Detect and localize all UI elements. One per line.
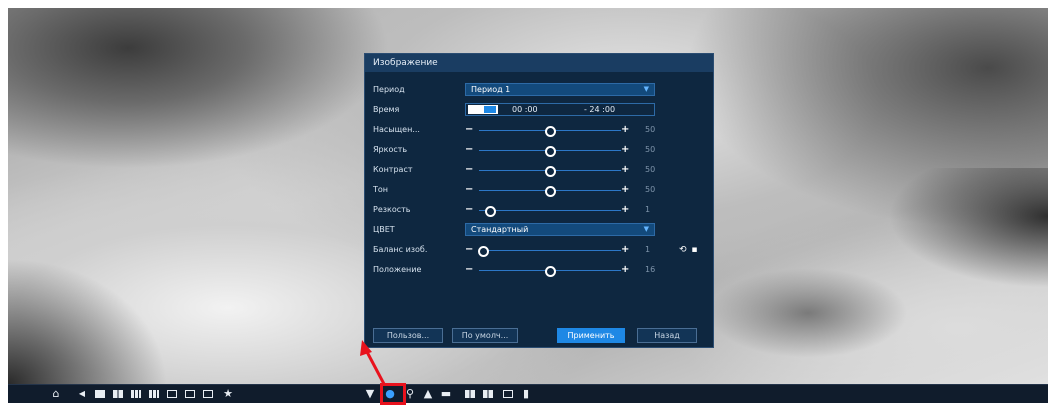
highlight-box	[380, 383, 406, 405]
sequence-icon[interactable]	[202, 387, 214, 400]
decrease-icon[interactable]: −	[465, 123, 473, 136]
apply-button[interactable]: Применить	[557, 328, 625, 343]
taskbar: ⌂ ◀ ★ ▼ ● ⚲ ▲ ▬ ▮	[8, 384, 1048, 403]
period-select[interactable]: Период 1 ▼	[465, 83, 655, 96]
decrease-icon[interactable]: −	[465, 243, 473, 256]
time-row: Время 00 :00 - 24 :00	[373, 103, 707, 117]
slider-knob[interactable]	[544, 166, 556, 177]
slider-knob[interactable]	[477, 246, 489, 257]
single-view-icon[interactable]	[94, 387, 106, 400]
background-shadow	[8, 258, 168, 384]
hue-label: Тон	[373, 185, 389, 194]
hdd-icon[interactable]	[464, 387, 476, 400]
alarm-warning-icon[interactable]: ▲	[422, 387, 434, 400]
refresh-icon[interactable]: ⟲	[679, 245, 687, 255]
position-label: Положение	[373, 265, 422, 274]
balance-label: Баланс изоб.	[373, 245, 428, 254]
sharpness-value: 1	[645, 205, 651, 214]
info-icon[interactable]	[482, 387, 494, 400]
back-arrow-icon[interactable]: ◀	[76, 387, 88, 400]
contrast-row: Контраст − + 50	[373, 163, 707, 177]
position-row: Положение − + 16	[373, 263, 707, 277]
saturation-row: Насыщен... − + 50	[373, 123, 707, 137]
increase-icon[interactable]: +	[621, 263, 629, 276]
favorite-star-icon[interactable]: ★	[222, 387, 234, 400]
position-value: 16	[645, 265, 656, 274]
increase-icon[interactable]: +	[621, 203, 629, 216]
decrease-icon[interactable]: −	[465, 263, 473, 276]
contrast-slider[interactable]: − +	[465, 163, 635, 177]
brightness-label: Яркость	[373, 145, 408, 154]
brightness-row: Яркость − + 50	[373, 143, 707, 157]
ptz-icon[interactable]: ▼	[364, 387, 376, 400]
custom-button[interactable]: Пользов...	[373, 328, 443, 343]
color-label: ЦВЕТ	[373, 225, 395, 234]
slider-knob[interactable]	[544, 126, 556, 137]
dialog-title: Изображение	[365, 54, 713, 72]
increase-icon[interactable]: +	[621, 243, 629, 256]
chevron-down-icon: ▼	[643, 225, 649, 233]
slider-track	[479, 210, 621, 211]
usb-icon[interactable]: ▮	[520, 387, 532, 400]
time-enable-toggle[interactable]	[468, 105, 498, 114]
view-custom-icon[interactable]	[184, 387, 196, 400]
period-row: Период Период 1 ▼	[373, 83, 707, 97]
sharpness-row: Резкость − + 1	[373, 203, 707, 217]
color-mode-select[interactable]: Стандартный ▼	[465, 223, 655, 236]
backup-icon[interactable]	[502, 387, 514, 400]
view-8-icon[interactable]	[130, 387, 142, 400]
slider-knob[interactable]	[544, 266, 556, 277]
time-start[interactable]: 00 :00	[512, 104, 538, 115]
chevron-down-icon: ▼	[643, 85, 649, 93]
quad-view-icon[interactable]	[112, 387, 124, 400]
brightness-slider[interactable]: − +	[465, 143, 635, 157]
balance-icons: ⟲ ▪	[677, 243, 698, 257]
slider-track	[479, 250, 621, 251]
time-range-field[interactable]: 00 :00 - 24 :00	[465, 103, 655, 116]
saturation-value: 50	[645, 125, 656, 134]
increase-icon[interactable]: +	[621, 143, 629, 156]
home-icon[interactable]: ⌂	[50, 387, 62, 400]
color-mode-value: Стандартный	[471, 225, 529, 234]
network-icon[interactable]: ▬	[440, 387, 452, 400]
brightness-value: 50	[645, 145, 656, 154]
background-shadow	[888, 168, 1048, 288]
increase-icon[interactable]: +	[621, 163, 629, 176]
increase-icon[interactable]: +	[621, 123, 629, 136]
decrease-icon[interactable]: −	[465, 143, 473, 156]
saturation-label: Насыщен...	[373, 125, 420, 134]
period-label: Период	[373, 85, 405, 94]
decrease-icon[interactable]: −	[465, 163, 473, 176]
time-end[interactable]: - 24 :00	[584, 104, 615, 115]
sharpness-label: Резкость	[373, 205, 411, 214]
sharpness-slider[interactable]: − +	[465, 203, 635, 217]
position-slider[interactable]: − +	[465, 263, 635, 277]
balance-value: 1	[645, 245, 651, 254]
time-label: Время	[373, 105, 400, 114]
slider-knob[interactable]	[544, 146, 556, 157]
lock-icon[interactable]: ▪	[691, 245, 697, 255]
hue-row: Тон − + 50	[373, 183, 707, 197]
decrease-icon[interactable]: −	[465, 183, 473, 196]
increase-icon[interactable]: +	[621, 183, 629, 196]
saturation-slider[interactable]: − +	[465, 123, 635, 137]
background-shadow	[708, 268, 908, 358]
back-button[interactable]: Назад	[637, 328, 697, 343]
decrease-icon[interactable]: −	[465, 203, 473, 216]
slider-knob[interactable]	[544, 186, 556, 197]
balance-slider[interactable]: − +	[465, 243, 635, 257]
hue-slider[interactable]: − +	[465, 183, 635, 197]
balance-row: Баланс изоб. − + 1 ⟲ ▪	[373, 243, 707, 257]
view-16-icon[interactable]	[166, 387, 178, 400]
view-9-icon[interactable]	[148, 387, 160, 400]
contrast-label: Контраст	[373, 165, 413, 174]
period-select-value: Период 1	[471, 85, 511, 94]
hue-value: 50	[645, 185, 656, 194]
slider-knob[interactable]	[484, 206, 496, 217]
contrast-value: 50	[645, 165, 656, 174]
image-settings-dialog: Изображение Период Период 1 ▼ Время 00 :…	[364, 53, 714, 348]
color-row: ЦВЕТ Стандартный ▼	[373, 223, 707, 237]
default-button[interactable]: По умолч...	[452, 328, 518, 343]
